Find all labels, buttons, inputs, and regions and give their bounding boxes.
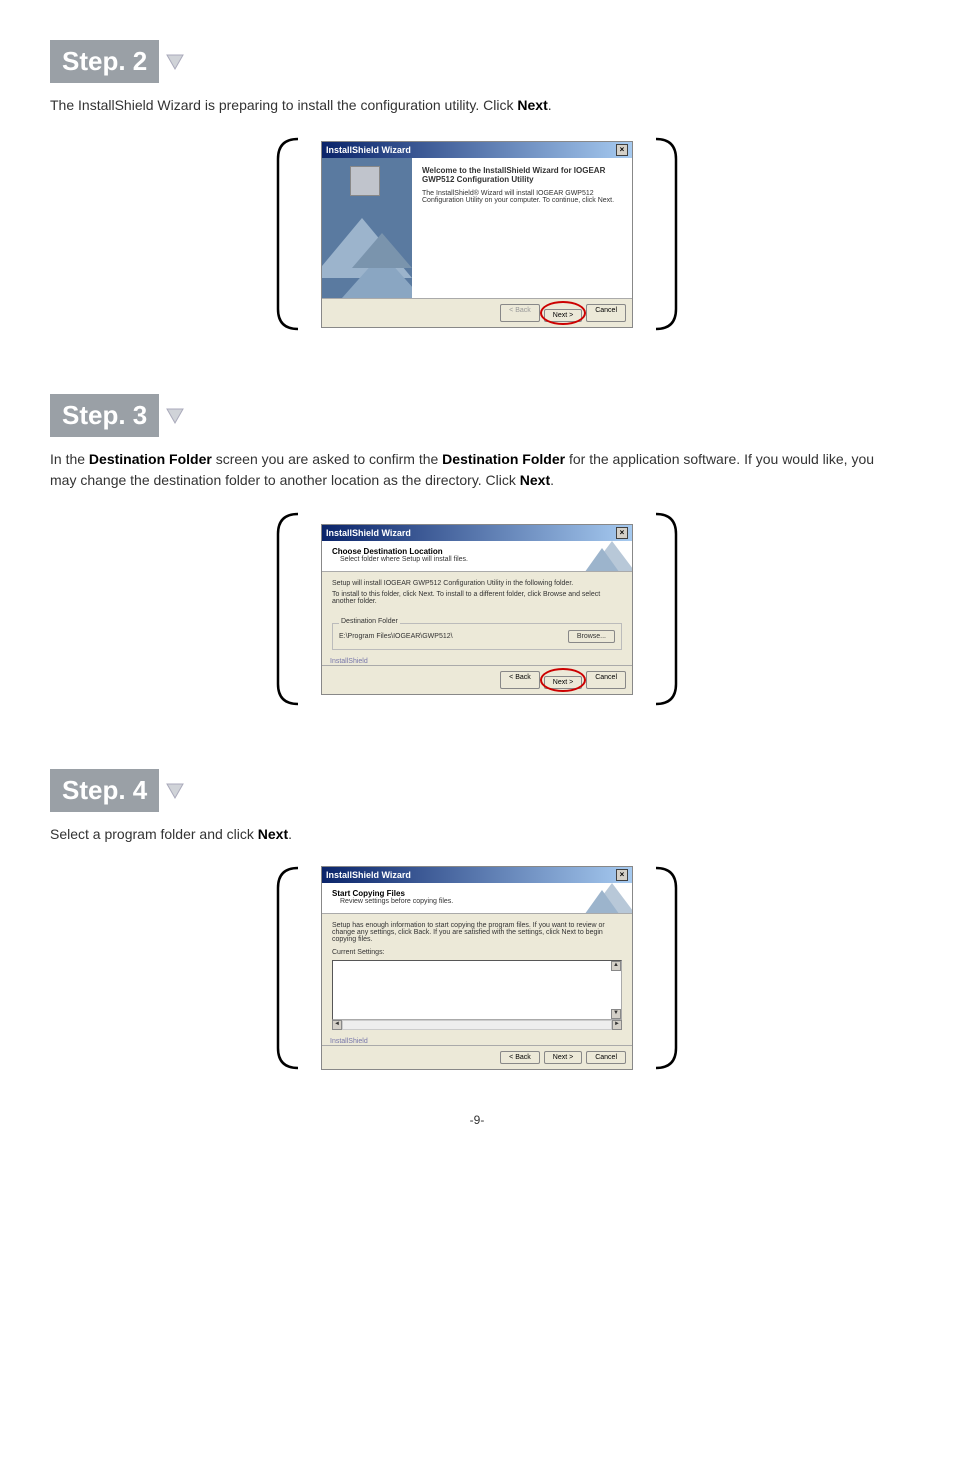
browse-button[interactable]: Browse... bbox=[568, 630, 615, 643]
installshield-label: InstallShield bbox=[330, 1038, 632, 1045]
installer-dialog-destination: InstallShield Wizard × Choose Destinatio… bbox=[321, 524, 633, 695]
t: screen you are asked to confirm the bbox=[212, 451, 442, 467]
chevron-down-icon bbox=[165, 407, 185, 425]
step2-desc-pre: The InstallShield Wizard is preparing to… bbox=[50, 97, 517, 113]
step2-desc-post: . bbox=[548, 97, 552, 113]
destination-folder-group: Destination Folder E:\Program Files\IOGE… bbox=[332, 623, 622, 650]
step4-figure: InstallShield Wizard × Start Copying Fil… bbox=[50, 863, 904, 1073]
step3-figure: InstallShield Wizard × Choose Destinatio… bbox=[50, 509, 904, 709]
scroll-track[interactable] bbox=[342, 1020, 612, 1030]
destination-path: E:\Program Files\IOGEAR\GWP512\ bbox=[339, 633, 453, 640]
step4-desc-bold: Next bbox=[258, 826, 288, 842]
step4-header: Step. 4 bbox=[50, 769, 185, 812]
installshield-label: InstallShield bbox=[330, 658, 632, 665]
next-button[interactable]: Next > bbox=[544, 676, 582, 689]
corner-graphic bbox=[577, 883, 632, 913]
dialog2-titlebar: InstallShield Wizard × bbox=[322, 525, 632, 541]
next-button[interactable]: Next > bbox=[544, 1051, 582, 1064]
step2-badge: Step. 2 bbox=[50, 40, 159, 83]
dialog2-buttons: < Back Next > Cancel bbox=[322, 665, 632, 694]
left-bracket-icon bbox=[273, 509, 303, 709]
step4-desc: Select a program folder and click Next. bbox=[50, 824, 904, 845]
close-icon[interactable]: × bbox=[616, 144, 628, 156]
left-bracket-icon bbox=[273, 134, 303, 334]
dialog1-title: InstallShield Wizard bbox=[326, 145, 411, 155]
dialog1-body: The InstallShield® Wizard will install I… bbox=[422, 190, 622, 204]
close-icon[interactable]: × bbox=[616, 869, 628, 881]
right-bracket-icon bbox=[651, 134, 681, 334]
t: Next bbox=[520, 472, 550, 488]
chevron-down-icon bbox=[165, 782, 185, 800]
dialog1-buttons: < Back Next > Cancel bbox=[322, 298, 632, 327]
step4-desc-post: . bbox=[288, 826, 292, 842]
installer-dialog-welcome: InstallShield Wizard × Welcome to the In… bbox=[321, 141, 633, 328]
cancel-button[interactable]: Cancel bbox=[586, 1051, 626, 1064]
step3-badge: Step. 3 bbox=[50, 394, 159, 437]
dialog3-titlebar: InstallShield Wizard × bbox=[322, 867, 632, 883]
step4-badge: Step. 4 bbox=[50, 769, 159, 812]
step3-desc: In the Destination Folder screen you are… bbox=[50, 449, 904, 491]
dialog3-current-label: Current Settings: bbox=[332, 949, 622, 956]
step2-desc-bold: Next bbox=[517, 97, 547, 113]
dialog2-title: InstallShield Wizard bbox=[326, 528, 411, 538]
back-button[interactable]: < Back bbox=[500, 671, 540, 689]
back-button: < Back bbox=[500, 304, 540, 322]
dialog1-titlebar: InstallShield Wizard × bbox=[322, 142, 632, 158]
dialog1-heading: Welcome to the InstallShield Wizard for … bbox=[422, 166, 622, 184]
step4-desc-pre: Select a program folder and click bbox=[50, 826, 258, 842]
step3-header: Step. 3 bbox=[50, 394, 185, 437]
dialog3-buttons: < Back Next > Cancel bbox=[322, 1045, 632, 1069]
cancel-button[interactable]: Cancel bbox=[586, 304, 626, 322]
scroll-up-icon[interactable]: ▲ bbox=[611, 961, 621, 971]
corner-graphic bbox=[577, 541, 632, 571]
right-bracket-icon bbox=[651, 863, 681, 1073]
back-button[interactable]: < Back bbox=[500, 1051, 540, 1064]
step2-figure: InstallShield Wizard × Welcome to the In… bbox=[50, 134, 904, 334]
wizard-side-graphic bbox=[322, 158, 412, 298]
chevron-down-icon bbox=[165, 53, 185, 71]
next-button[interactable]: Next > bbox=[544, 309, 582, 322]
cancel-button[interactable]: Cancel bbox=[586, 671, 626, 689]
page-number: -9- bbox=[50, 1113, 904, 1127]
dialog3-line1: Setup has enough information to start co… bbox=[332, 922, 622, 943]
t: In the bbox=[50, 451, 89, 467]
horizontal-scrollbar[interactable]: ◄ ► bbox=[332, 1020, 622, 1030]
t: Destination Folder bbox=[442, 451, 565, 467]
scroll-right-icon[interactable]: ► bbox=[612, 1020, 622, 1030]
dialog2-line1: Setup will install IOGEAR GWP512 Configu… bbox=[332, 580, 622, 587]
scroll-down-icon[interactable]: ▼ bbox=[611, 1009, 621, 1019]
t: . bbox=[550, 472, 554, 488]
right-bracket-icon bbox=[651, 509, 681, 709]
scroll-left-icon[interactable]: ◄ bbox=[332, 1020, 342, 1030]
current-settings-textarea[interactable]: ▲ ▼ bbox=[332, 960, 622, 1020]
package-icon bbox=[350, 166, 380, 196]
dialog2-line2: To install to this folder, click Next. T… bbox=[332, 591, 622, 605]
destination-folder-label: Destination Folder bbox=[339, 618, 400, 625]
t: Destination Folder bbox=[89, 451, 212, 467]
step2-desc: The InstallShield Wizard is preparing to… bbox=[50, 95, 904, 116]
close-icon[interactable]: × bbox=[616, 527, 628, 539]
installer-dialog-start-copy: InstallShield Wizard × Start Copying Fil… bbox=[321, 866, 633, 1070]
step2-header: Step. 2 bbox=[50, 40, 185, 83]
left-bracket-icon bbox=[273, 863, 303, 1073]
dialog3-title: InstallShield Wizard bbox=[326, 870, 411, 880]
